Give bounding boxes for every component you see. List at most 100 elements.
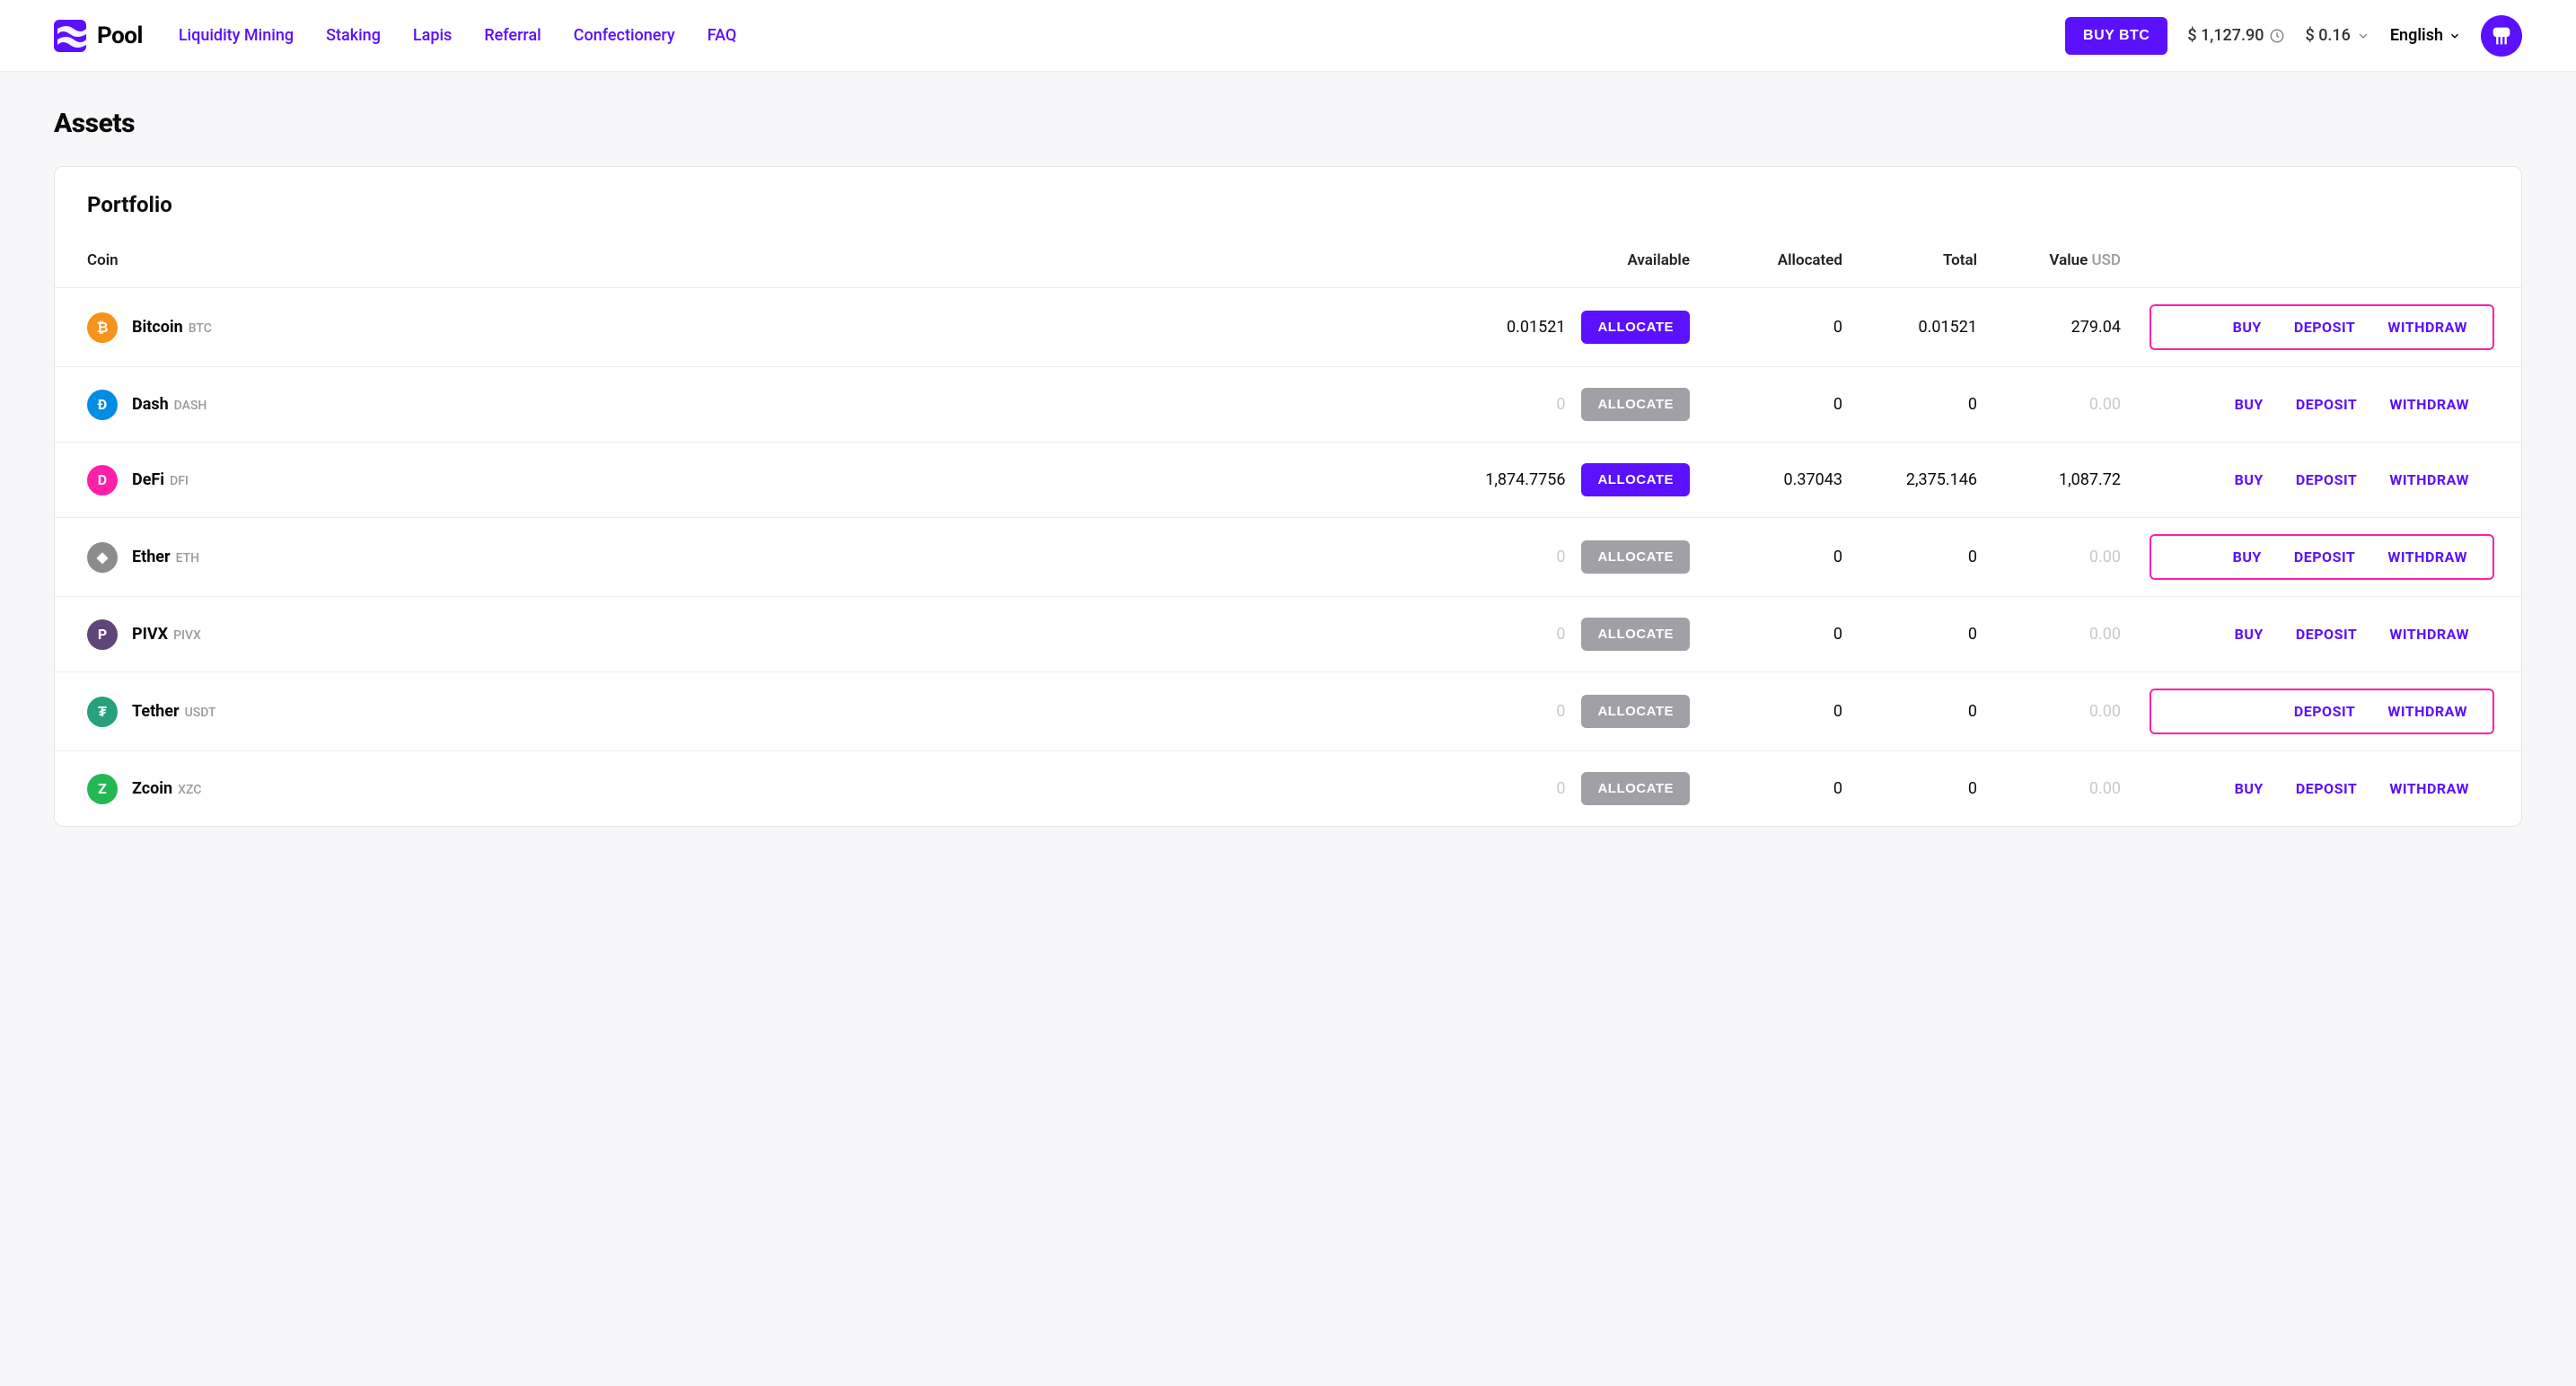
deposit-link[interactable]: DEPOSIT [2280,464,2373,496]
chevron-down-icon [2449,30,2461,42]
table-row: ĐDashDASH0ALLOCATE000.00BUYDEPOSITWITHDR… [55,367,2521,443]
logo-icon [54,20,86,52]
table-row: DDeFiDFI1,874.7756ALLOCATE0.370432,375.1… [55,443,2521,518]
buy-btc-button[interactable]: BUY BTC [2065,17,2167,55]
available-value: 0 [1556,625,1565,644]
value-usd: 279.04 [1991,288,2135,367]
buy-link[interactable]: BUY [2217,311,2278,343]
total-value: 0 [1857,672,1991,751]
withdraw-link[interactable]: WITHDRAW [2373,464,2485,496]
allocate-button[interactable]: ALLOCATE [1581,618,1690,651]
total-value: 0.01521 [1857,288,1991,367]
coin-name: Bitcoin [132,318,183,337]
allocated-value: 0.37043 [1704,443,1857,518]
nav-referral[interactable]: Referral [484,26,541,45]
portfolio-card: Portfolio Coin Available Allocated Total… [54,166,2522,827]
allocated-value: 0 [1704,597,1857,672]
table-row: ₮TetherUSDT0ALLOCATE000.00BUYDEPOSITWITH… [55,672,2521,751]
value-usd: 0.00 [1991,751,2135,827]
nav-confectionery[interactable]: Confectionery [574,26,675,45]
withdraw-link[interactable]: WITHDRAW [2373,618,2485,650]
deposit-link[interactable]: DEPOSIT [2278,311,2371,343]
deposit-link[interactable]: DEPOSIT [2278,696,2371,727]
allocate-button[interactable]: ALLOCATE [1581,772,1690,805]
coin-icon: P [87,619,118,650]
dropdown-icon[interactable] [2356,29,2370,43]
total-value: 0 [1857,518,1991,597]
allocate-button[interactable]: ALLOCATE [1581,540,1690,574]
deposit-link[interactable]: DEPOSIT [2280,618,2373,650]
total-value: 2,375.146 [1857,443,1991,518]
available-value: 0 [1556,548,1565,566]
withdraw-link[interactable]: WITHDRAW [2373,773,2485,804]
coin-icon: Đ [87,390,118,420]
withdraw-link[interactable]: WITHDRAW [2371,696,2484,727]
allocated-value: 0 [1704,518,1857,597]
nav-faq[interactable]: FAQ [708,26,737,45]
table-row: ₿BitcoinBTC0.01521ALLOCATE00.01521279.04… [55,288,2521,367]
coin-cell: PPIVXPIVX [87,619,1447,650]
coin-symbol: DFI [170,474,189,488]
row-actions: BUYDEPOSITWITHDRAW [2150,768,2494,810]
logo[interactable]: Pool [54,20,143,52]
withdraw-link[interactable]: WITHDRAW [2371,541,2484,573]
available-value: 0 [1556,702,1565,721]
avatar[interactable] [2481,15,2522,57]
coin-symbol: DASH [174,399,207,413]
table-row: ZZcoinXZC0ALLOCATE000.00BUYDEPOSITWITHDR… [55,751,2521,827]
row-actions: BUYDEPOSITWITHDRAW [2150,534,2494,580]
nav-lapis[interactable]: Lapis [413,26,452,45]
buy-link[interactable]: BUY [2219,618,2280,650]
withdraw-link[interactable]: WITHDRAW [2371,311,2484,343]
col-coin: Coin [55,232,1462,288]
deposit-link[interactable]: DEPOSIT [2280,389,2373,420]
col-allocated: Allocated [1704,232,1857,288]
top-bar: Pool Liquidity Mining Staking Lapis Refe… [0,0,2576,72]
row-actions: BUYDEPOSITWITHDRAW [2150,383,2494,425]
page-title: Assets [54,108,2522,139]
value-usd: 0.00 [1991,518,2135,597]
avatar-icon [2489,23,2514,48]
row-actions: BUYDEPOSITWITHDRAW [2150,304,2494,350]
language-selector[interactable]: English [2390,26,2461,45]
coin-name: Zcoin [132,779,172,798]
available-value: 1,874.7756 [1485,470,1565,489]
table-row: PPIVXPIVX0ALLOCATE000.00BUYDEPOSITWITHDR… [55,597,2521,672]
deposit-link[interactable]: DEPOSIT [2280,773,2373,804]
coin-symbol: PIVX [173,628,201,643]
coin-cell: ₮TetherUSDT [87,697,1447,727]
deposit-link[interactable]: DEPOSIT [2278,541,2371,573]
allocate-button[interactable]: ALLOCATE [1581,388,1690,421]
allocated-value: 0 [1704,672,1857,751]
buy-link[interactable]: BUY [2219,389,2280,420]
nav-liquidity-mining[interactable]: Liquidity Mining [179,26,294,45]
coin-cell: ĐDashDASH [87,390,1447,420]
value-usd: 0.00 [1991,367,2135,443]
row-actions: BUYDEPOSITWITHDRAW [2150,689,2494,734]
row-actions: BUYDEPOSITWITHDRAW [2150,459,2494,501]
value-usd: 0.00 [1991,597,2135,672]
allocate-button[interactable]: ALLOCATE [1581,311,1690,344]
total-value: 0 [1857,367,1991,443]
allocate-button[interactable]: ALLOCATE [1581,695,1690,728]
allocated-value: 0 [1704,751,1857,827]
main-nav: Liquidity Mining Staking Lapis Referral … [179,26,736,45]
refresh-icon[interactable] [2269,28,2285,44]
coin-cell: ◆EtherETH [87,542,1447,573]
withdraw-link[interactable]: WITHDRAW [2373,389,2485,420]
table-row: ◆EtherETH0ALLOCATE000.00BUYDEPOSITWITHDR… [55,518,2521,597]
nav-staking[interactable]: Staking [326,26,381,45]
ticker-2-value: $ 0.16 [2305,26,2350,45]
ticker-2: $ 0.16 [2305,26,2369,45]
buy-link[interactable]: BUY [2219,464,2280,496]
row-actions: BUYDEPOSITWITHDRAW [2150,613,2494,655]
col-available: Available [1462,232,1704,288]
col-value: Value USD [1991,232,2135,288]
buy-link[interactable]: BUY [2217,541,2278,573]
buy-link[interactable]: BUY [2219,773,2280,804]
language-label: English [2390,26,2443,45]
allocate-button[interactable]: ALLOCATE [1581,463,1690,496]
coin-symbol: BTC [189,321,212,336]
coin-symbol: ETH [176,551,200,566]
allocated-value: 0 [1704,288,1857,367]
